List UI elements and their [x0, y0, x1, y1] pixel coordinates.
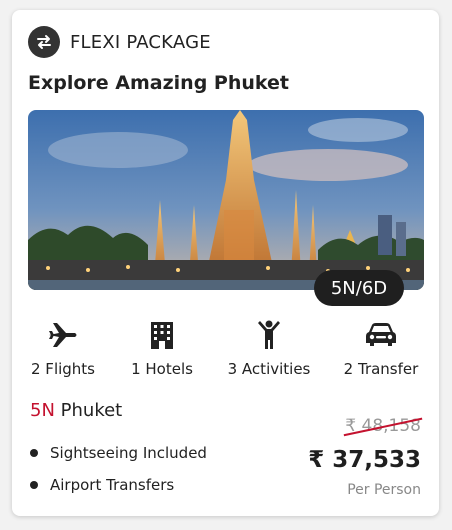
temple-photo[interactable]	[28, 110, 424, 290]
original-price: ₹ 48,158	[343, 416, 423, 437]
package-type-label: FLEXI PACKAGE	[70, 31, 211, 53]
amenity-hotels: 1 Hotels	[107, 318, 217, 378]
destination-summary: 5N Phuket	[30, 400, 122, 421]
amenity-label: 2 Transfer	[343, 360, 419, 378]
package-type-header: FLEXI PACKAGE	[28, 26, 211, 58]
amenity-label: 1 Hotels	[131, 360, 193, 378]
car-icon	[326, 318, 436, 352]
airplane-icon	[8, 318, 118, 352]
package-title[interactable]: Explore Amazing Phuket	[28, 72, 289, 94]
amenity-label: 2 Flights	[31, 360, 95, 378]
price-unit: Per Person	[347, 482, 421, 498]
amenities-row: 2 Flights 1 Hotels 3 Activities 2 Transf…	[12, 318, 439, 382]
person-activity-icon	[214, 318, 324, 352]
inclusion-item: Sightseeing Included	[30, 444, 207, 462]
amenity-transfer: 2 Transfer	[326, 318, 436, 378]
amenity-label: 3 Activities	[227, 360, 311, 378]
swap-arrows-icon	[28, 26, 60, 58]
inclusion-item: Airport Transfers	[30, 476, 174, 494]
duration-badge: 5N/6D	[314, 270, 404, 306]
inclusion-label: Sightseeing Included	[50, 444, 207, 462]
bullet-icon	[30, 481, 38, 489]
destination-city: Phuket	[60, 400, 123, 421]
nights-count: 5N	[30, 400, 55, 421]
amenity-flights: 2 Flights	[8, 318, 118, 378]
inclusion-label: Airport Transfers	[50, 476, 175, 494]
package-card[interactable]: FLEXI PACKAGE Explore Amazing Phuket 5N/…	[12, 10, 439, 516]
discounted-price: ₹ 37,533	[308, 447, 421, 473]
bullet-icon	[30, 449, 38, 457]
amenity-activities: 3 Activities	[214, 318, 324, 378]
hotel-building-icon	[107, 318, 217, 352]
